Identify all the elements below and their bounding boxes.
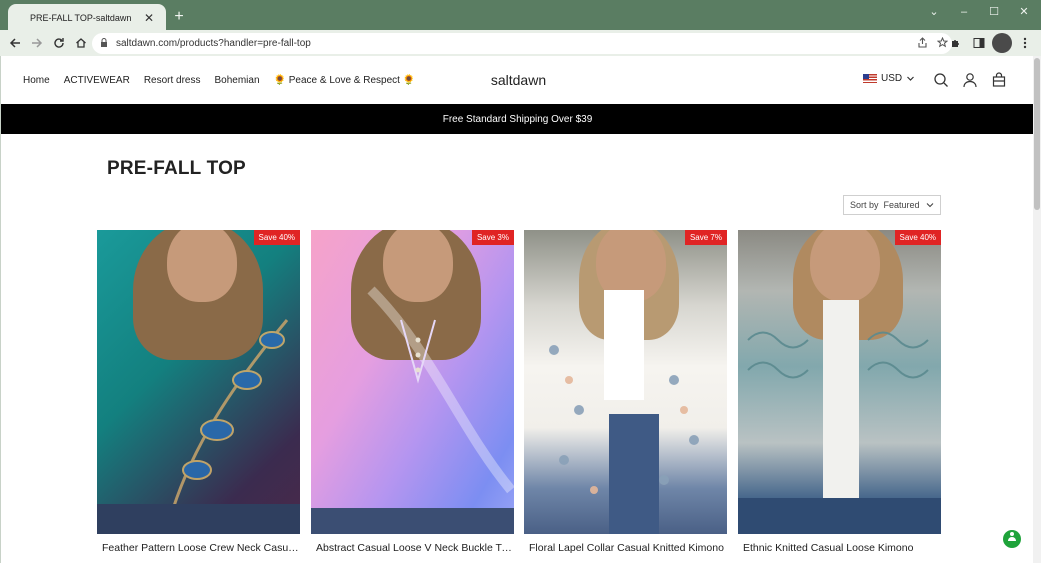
- tab-close-icon[interactable]: ✕: [142, 11, 156, 25]
- shipping-banner: Free Standard Shipping Over $39: [1, 104, 1034, 134]
- product-card[interactable]: Save 7% Floral Lapel Collar Casual Knitt…: [524, 230, 727, 554]
- toolbar-actions: [946, 33, 1035, 53]
- currency-selector[interactable]: USD: [863, 73, 915, 84]
- product-card[interactable]: Save 3% Abstract Casual Loose V Neck Buc…: [311, 230, 514, 554]
- search-icon[interactable]: [933, 72, 949, 88]
- close-window-button[interactable]: ✕: [1009, 4, 1039, 20]
- currency-label: USD: [881, 73, 903, 84]
- discount-badge: Save 3%: [471, 230, 514, 245]
- product-card[interactable]: Save 40% Ethnic Knitted Casual Loose Kim…: [738, 230, 941, 554]
- main-menu: Home ACTIVEWEAR Resort dress Bohemian 🌻 …: [23, 56, 415, 104]
- forward-icon[interactable]: [26, 32, 48, 54]
- menu-item-bohemian[interactable]: Bohemian: [215, 75, 260, 86]
- menu-item-activewear[interactable]: ACTIVEWEAR: [64, 75, 130, 86]
- scrollbar-thumb[interactable]: [1034, 58, 1040, 210]
- tab-title: PRE-FALL TOP-saltdawn: [30, 13, 132, 23]
- discount-badge: Save 7%: [684, 230, 727, 245]
- sidepanel-icon[interactable]: [969, 33, 989, 53]
- scrollbar[interactable]: [1033, 56, 1041, 563]
- product-image[interactable]: Save 40%: [97, 230, 300, 534]
- product-image[interactable]: Save 7%: [524, 230, 727, 534]
- sort-value: Featured: [883, 200, 920, 210]
- browser-toolbar: saltdawn.com/products?handler=pre-fall-t…: [0, 30, 1041, 56]
- cart-icon[interactable]: [991, 72, 1007, 88]
- kebab-icon[interactable]: [1015, 33, 1035, 53]
- product-name[interactable]: Floral Lapel Collar Casual Knitted Kimon…: [524, 542, 727, 554]
- sort-dropdown[interactable]: Sort by Featured: [843, 195, 941, 215]
- share-icon[interactable]: [912, 36, 932, 51]
- browser-tab[interactable]: PRE-FALL TOP-saltdawn ✕: [8, 4, 166, 32]
- product-name[interactable]: Feather Pattern Loose Crew Neck Casual T…: [97, 542, 300, 554]
- url-text[interactable]: saltdawn.com/products?handler=pre-fall-t…: [116, 38, 912, 49]
- browser-titlebar: PRE-FALL TOP-saltdawn ✕ + ⌄ – ☐ ✕: [0, 0, 1041, 32]
- us-flag-icon: [863, 74, 877, 83]
- tab-search-icon[interactable]: ⌄: [919, 4, 949, 20]
- collection-title: PRE-FALL TOP: [107, 158, 246, 179]
- chevron-down-icon: [907, 76, 915, 81]
- product-name[interactable]: Abstract Casual Loose V Neck Buckle T-sh…: [311, 542, 514, 554]
- product-grid: Save 40% Feather Pattern Loose Crew Neck…: [97, 230, 941, 560]
- back-icon[interactable]: [4, 32, 26, 54]
- lock-icon[interactable]: [100, 38, 112, 49]
- maximize-button[interactable]: ☐: [979, 4, 1009, 20]
- menu-item-resort-dress[interactable]: Resort dress: [144, 75, 201, 86]
- site-header: Home ACTIVEWEAR Resort dress Bohemian 🌻 …: [1, 56, 1034, 104]
- menu-item-peace-love-respect[interactable]: 🌻 Peace & Love & Respect 🌻: [274, 75, 416, 86]
- product-name[interactable]: Ethnic Knitted Casual Loose Kimono: [738, 542, 941, 554]
- minimize-button[interactable]: –: [949, 4, 979, 20]
- product-card[interactable]: Save 40% Feather Pattern Loose Crew Neck…: [97, 230, 300, 554]
- product-image[interactable]: Save 3%: [311, 230, 514, 534]
- discount-badge: Save 40%: [253, 230, 300, 245]
- chevron-down-icon: [926, 203, 934, 208]
- discount-badge: Save 40%: [894, 230, 941, 245]
- menu-item-home[interactable]: Home: [23, 75, 50, 86]
- brand-logo[interactable]: saltdawn: [461, 72, 576, 88]
- shipping-banner-text: Free Standard Shipping Over $39: [442, 113, 593, 125]
- extensions-icon[interactable]: [946, 33, 966, 53]
- profile-icon[interactable]: [992, 33, 1012, 53]
- new-tab-button[interactable]: +: [170, 8, 188, 26]
- product-image[interactable]: Save 40%: [738, 230, 941, 534]
- reload-icon[interactable]: [48, 32, 70, 54]
- address-bar[interactable]: saltdawn.com/products?handler=pre-fall-t…: [92, 33, 952, 54]
- sort-label: Sort by: [850, 200, 879, 210]
- home-icon[interactable]: [70, 32, 92, 54]
- help-icon[interactable]: [1003, 530, 1021, 548]
- account-icon[interactable]: [962, 72, 978, 88]
- page-viewport: Home ACTIVEWEAR Resort dress Bohemian 🌻 …: [0, 56, 1041, 563]
